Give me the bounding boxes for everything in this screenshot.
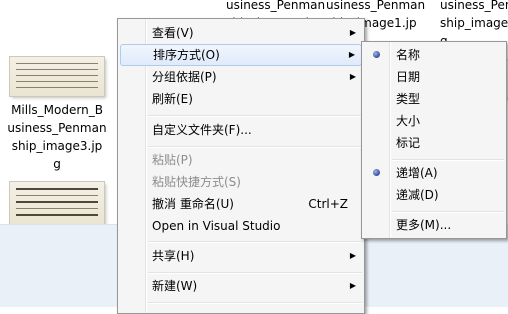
file-thumbnail[interactable]	[10, 57, 104, 96]
radio-selected-icon	[373, 169, 380, 176]
radio-selected-icon	[373, 51, 380, 58]
menu-item-undo-rename[interactable]: 撤消 重命名(U) Ctrl+Z	[120, 193, 362, 215]
menu-item-group-by[interactable]: 分组依据(P) ▶	[120, 66, 362, 88]
menu-item-share[interactable]: 共享(H) ▶	[120, 245, 362, 267]
menu-item-label: 递增(A)	[396, 166, 438, 180]
menu-item-label: 类型	[396, 92, 421, 106]
menu-item-paste-shortcut[interactable]: 粘贴快捷方式(S)	[120, 171, 362, 193]
menu-item-label: 新建(W)	[152, 279, 198, 293]
menu-separator	[392, 159, 504, 161]
menu-separator	[392, 211, 504, 213]
submenu-arrow-icon: ▶	[349, 251, 356, 260]
menu-item-open-in-visual-studio[interactable]: Open in Visual Studio	[120, 215, 362, 237]
sort-by-submenu: 名称 日期 类型 大小 标记 递增(A) 递减(D) 更多(M)...	[361, 41, 507, 239]
menu-item-label: 名称	[396, 48, 421, 62]
menu-item-label: Open in Visual Studio	[152, 219, 281, 233]
menu-item-label: 递减(D)	[396, 188, 439, 202]
menu-item-label: 排序方式(O)	[153, 48, 220, 62]
context-menu: 查看(V) ▶ 排序方式(O) ▶ 分组依据(P) ▶ 刷新(E) 自定义文件夹…	[117, 18, 365, 314]
menu-separator	[148, 241, 362, 243]
sort-option-ascending[interactable]: 递增(A)	[364, 162, 504, 184]
file-thumbnail[interactable]	[10, 182, 104, 224]
menu-item-label: 自定义文件夹(F)...	[152, 123, 252, 137]
menu-item-label: 日期	[396, 70, 421, 84]
menu-item-paste[interactable]: 粘贴(P)	[120, 149, 362, 171]
menu-item-customize-folder[interactable]: 自定义文件夹(F)...	[120, 119, 362, 141]
sort-option-name[interactable]: 名称	[364, 44, 504, 66]
file-label[interactable]: Mills_Modern_B usiness_Penman ship_image…	[4, 101, 110, 173]
menu-item-label: 刷新(E)	[152, 92, 193, 106]
submenu-arrow-icon: ▶	[349, 28, 356, 37]
menu-item-label: 标记	[396, 136, 421, 150]
menu-item-new[interactable]: 新建(W) ▶	[120, 275, 362, 297]
submenu-arrow-icon: ▶	[348, 50, 355, 59]
menu-item-label: 撤消 重命名(U)	[152, 197, 234, 211]
menu-item-refresh[interactable]: 刷新(E)	[120, 88, 362, 110]
submenu-arrow-icon: ▶	[349, 281, 356, 290]
menu-separator	[148, 115, 362, 117]
menu-item-label: 粘贴(P)	[152, 153, 193, 167]
sort-option-date[interactable]: 日期	[364, 66, 504, 88]
menu-item-sort-by[interactable]: 排序方式(O) ▶	[120, 44, 362, 66]
sort-option-descending[interactable]: 递减(D)	[364, 184, 504, 206]
menu-separator	[148, 146, 362, 148]
menu-separator	[148, 302, 362, 304]
sort-option-type[interactable]: 类型	[364, 88, 504, 110]
menu-item-label: 分组依据(P)	[152, 70, 217, 84]
sort-option-tags[interactable]: 标记	[364, 132, 504, 154]
sort-option-size[interactable]: 大小	[364, 110, 504, 132]
menu-item-shortcut: Ctrl+Z	[308, 197, 348, 211]
menu-item-view[interactable]: 查看(V) ▶	[120, 22, 362, 44]
menu-item-label: 更多(M)...	[396, 218, 452, 232]
submenu-arrow-icon: ▶	[349, 72, 356, 81]
menu-separator	[148, 272, 362, 274]
menu-item-label: 查看(V)	[152, 26, 194, 40]
menu-item-label: 粘贴快捷方式(S)	[152, 175, 241, 189]
menu-item-label: 共享(H)	[152, 249, 195, 263]
sort-option-more[interactable]: 更多(M)...	[364, 214, 504, 236]
menu-item-label: 大小	[396, 114, 421, 128]
